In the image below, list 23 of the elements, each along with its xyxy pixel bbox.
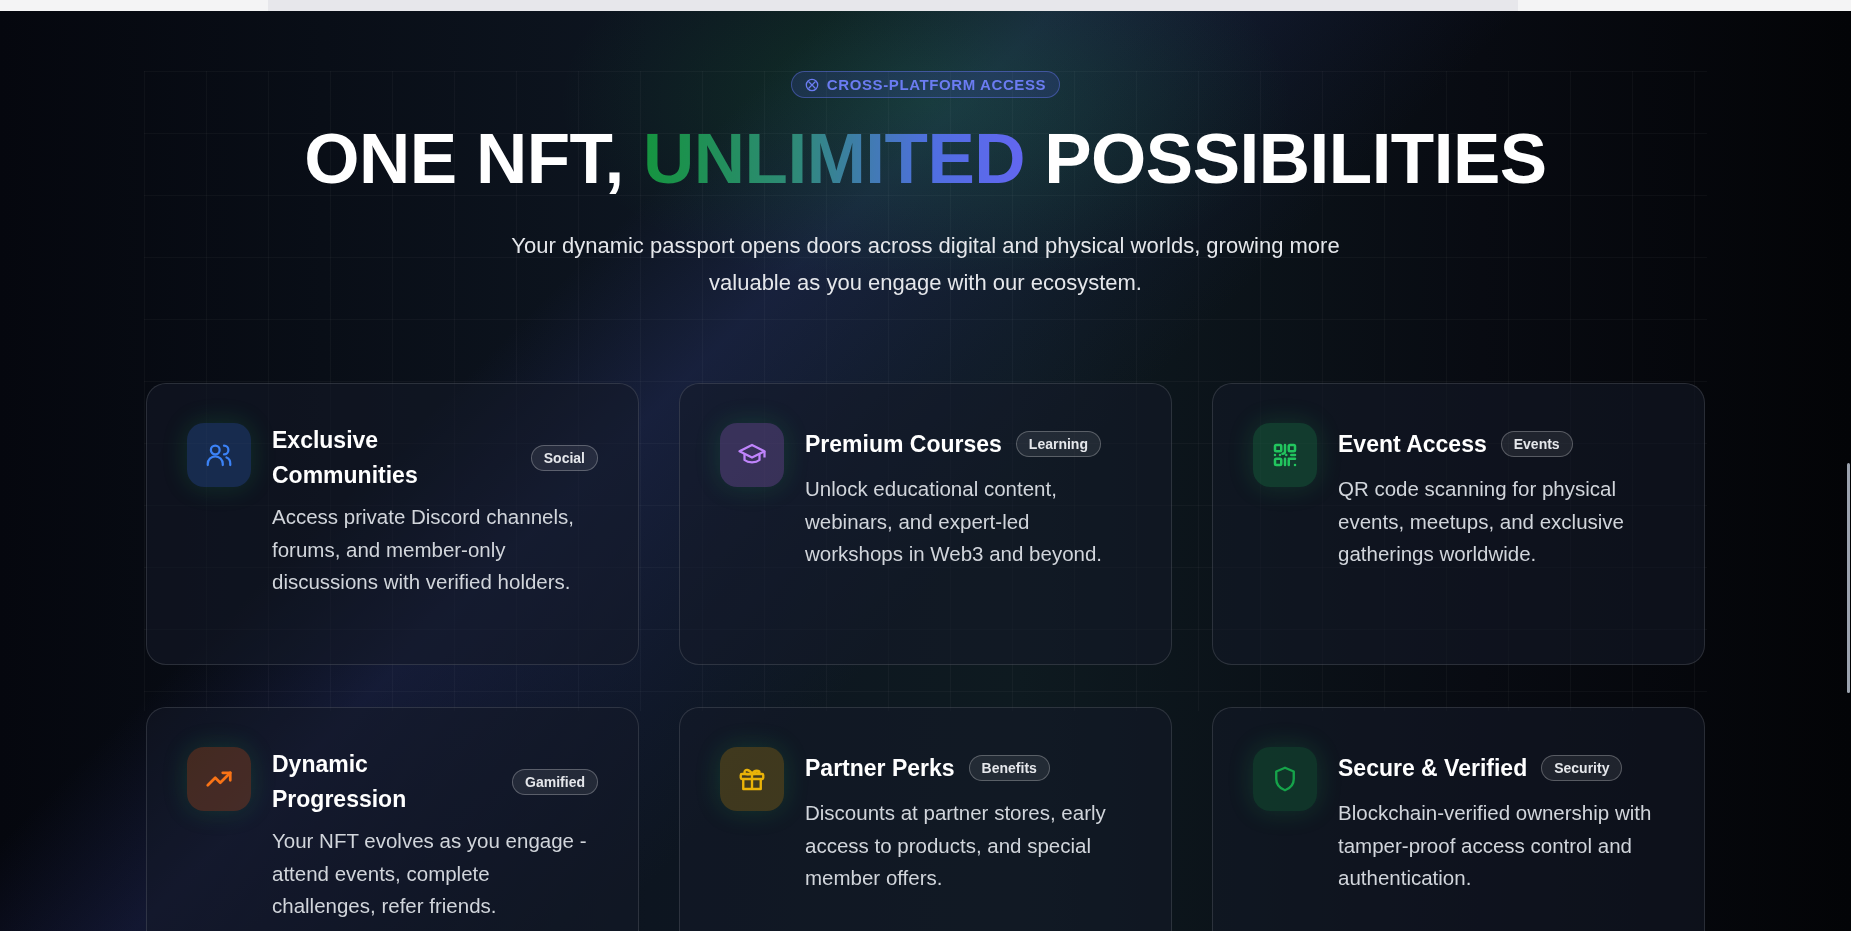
category-tag: Benefits: [968, 755, 1050, 782]
section-subtitle: Your dynamic passport opens doors across digital and physical worlds, growing more valuable as you engage with our ecosystem.: [510, 232, 1341, 298]
card-description: Blockchain-verified ownership with tamper-proof access control and authentication.: [1338, 800, 1653, 892]
category-tag: Learning: [1015, 431, 1101, 458]
card-description: Unlock educational content, webinars, and expert-led workshops in Web3 and beyond.: [805, 476, 1104, 568]
card-description: QR code scanning for physical events, meetups, and exclusive gatherings worldwide.: [1338, 476, 1626, 568]
card-title: Exclusive Communities: [272, 426, 419, 491]
page-heading: ONE NFT, UNLIMITED POSSIBILITIES: [304, 118, 1547, 200]
card-title: Premium Courses: [805, 429, 1002, 459]
card-title: Secure & Verified: [1338, 753, 1528, 783]
card-title: Partner Perks: [805, 753, 955, 783]
card-description: Discounts at partner stores, early access to products, and special member offers.: [805, 800, 1107, 892]
category-tag: Events: [1500, 431, 1573, 458]
card-description: Access private Discord channels, forums, and member-only discussions with verified holders.: [272, 504, 575, 596]
crossed-circle-icon: [804, 77, 819, 92]
card-title: Event Access: [1338, 429, 1487, 459]
card-title: Dynamic Progression: [272, 750, 408, 815]
category-tag: Gamified: [512, 769, 598, 796]
category-tag: Social: [530, 445, 598, 472]
scrollbar-thumb[interactable]: [1847, 463, 1850, 693]
category-tag: Security: [1541, 755, 1623, 782]
badge-label: CROSS-PLATFORM ACCESS: [826, 76, 1047, 93]
card-description: Your NFT evolves as you engage - attend events, complete challenges, refer friends.: [272, 828, 588, 920]
